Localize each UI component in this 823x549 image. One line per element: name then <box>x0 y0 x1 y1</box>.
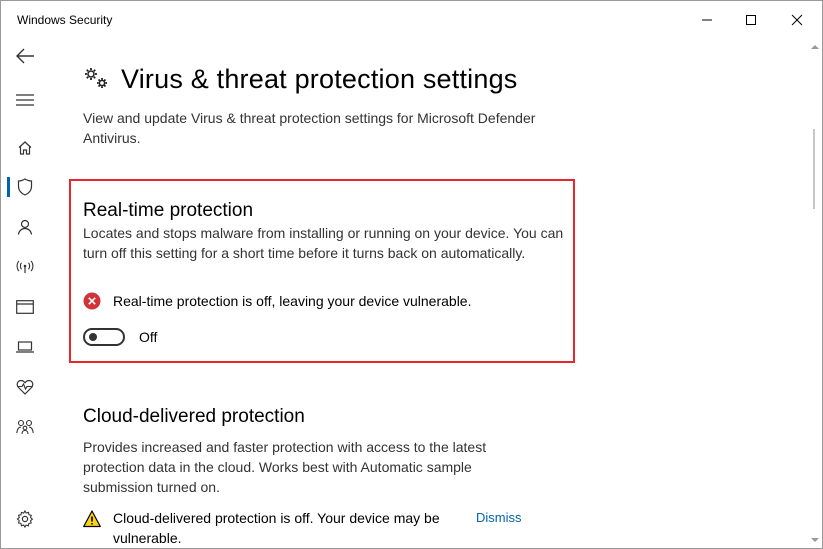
nav-account-protection[interactable] <box>1 207 49 247</box>
nav-firewall-network[interactable] <box>1 247 49 287</box>
page-subtitle: View and update Virus & threat protectio… <box>83 110 536 146</box>
realtime-toggle-row: Off <box>83 328 157 346</box>
nav-virus-threat-protection[interactable] <box>1 167 49 207</box>
scrollbar-thumb[interactable] <box>813 129 815 209</box>
hamburger-menu-icon <box>16 94 34 106</box>
error-icon <box>83 292 101 310</box>
realtime-status: Real-time protection is off, leaving you… <box>83 292 471 310</box>
sidebar <box>1 39 49 548</box>
nav-app-browser-control[interactable] <box>1 287 49 327</box>
cloud-warning: Cloud-delivered protection is off. Your … <box>83 508 553 548</box>
browser-window-icon <box>16 300 34 314</box>
page-header: Virus & threat protection settings <box>83 64 518 95</box>
page-title: Virus & threat protection settings <box>121 64 518 94</box>
heart-pulse-icon <box>16 379 34 395</box>
menu-button[interactable] <box>1 80 49 120</box>
nav-device-performance-health[interactable] <box>1 367 49 407</box>
laptop-icon <box>16 341 34 353</box>
nav-device-security[interactable] <box>1 327 49 367</box>
vertical-scrollbar[interactable] <box>809 39 821 548</box>
nav-home[interactable] <box>1 128 49 168</box>
cloud-warning-text: Cloud-delivered protection is off. Your … <box>113 510 440 546</box>
gears-icon <box>85 67 107 88</box>
maximize-button[interactable] <box>728 1 774 39</box>
nav-settings[interactable] <box>1 499 49 539</box>
toggle-knob <box>89 333 97 341</box>
cloud-section-title: Cloud-delivered protection <box>83 406 305 427</box>
close-button[interactable] <box>774 1 820 39</box>
title-bar: Windows Security <box>1 1 822 39</box>
cloud-description: Provides increased and faster protection… <box>83 439 487 495</box>
shield-icon <box>17 178 33 196</box>
realtime-toggle-label: Off <box>139 329 158 345</box>
realtime-status-text: Real-time protection is off, leaving you… <box>113 293 472 309</box>
windows-security-window: Windows Security Virus & threat protecti… <box>0 0 823 549</box>
realtime-section-title: Real-time protection <box>83 200 254 221</box>
scroll-down-arrow-icon[interactable] <box>811 537 819 543</box>
back-arrow-icon <box>16 48 34 64</box>
gear-icon <box>16 510 34 528</box>
wifi-antenna-icon <box>16 260 34 273</box>
nav-family-options[interactable] <box>1 407 49 447</box>
minimize-button[interactable] <box>684 1 730 39</box>
family-icon <box>16 419 34 435</box>
realtime-description: Locates and stops malware from installin… <box>83 225 564 261</box>
home-icon <box>18 141 32 155</box>
minimize-icon <box>702 19 712 21</box>
warning-icon <box>83 510 101 528</box>
scroll-up-arrow-icon[interactable] <box>811 44 819 50</box>
maximize-icon <box>746 15 756 25</box>
close-icon <box>791 14 803 26</box>
dismiss-link[interactable]: Dismiss <box>476 508 522 528</box>
realtime-protection-toggle[interactable] <box>83 328 125 346</box>
back-button[interactable] <box>1 36 49 76</box>
person-icon <box>17 219 33 235</box>
window-title: Windows Security <box>17 13 113 27</box>
